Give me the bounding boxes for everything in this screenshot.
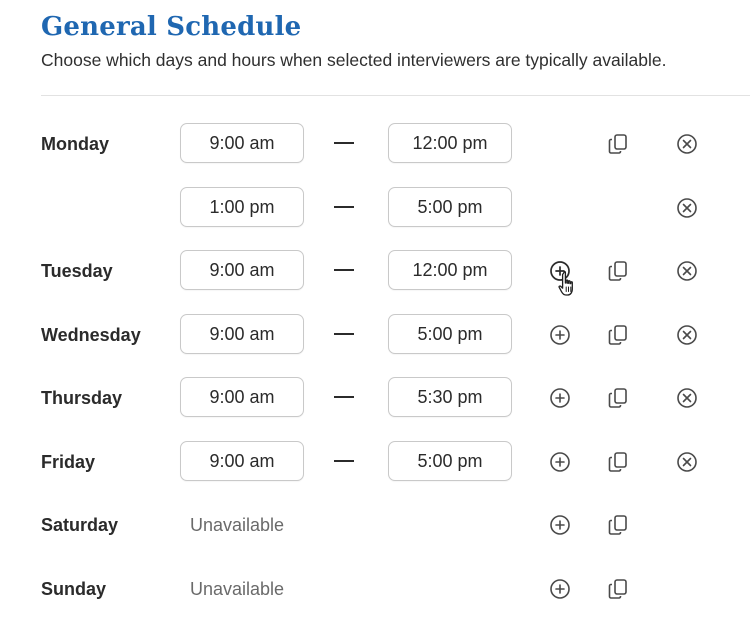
day-label-thursday: Thursday [41,388,123,408]
day-label-tuesday: Tuesday [41,261,113,281]
plus-circle-icon[interactable] [548,323,572,347]
range-dash [334,206,354,208]
copy-icon[interactable] [606,577,630,601]
start-time-field[interactable]: 1:00 pm [180,187,304,227]
unavailable-text: Unavailable [190,579,285,599]
day-row-tuesday: Tuesday 9:00 am 12:00 pm [0,248,750,294]
x-circle-icon[interactable] [675,196,699,220]
x-circle-icon[interactable] [675,259,699,283]
day-label-friday: Friday [41,452,96,472]
end-time-field[interactable]: 5:00 pm [388,441,512,481]
end-time-field[interactable]: 12:00 pm [388,123,512,163]
plus-circle-icon[interactable] [548,513,572,537]
copy-icon[interactable] [606,513,630,537]
start-time-field[interactable]: 9:00 am [180,314,304,354]
copy-icon[interactable] [606,323,630,347]
plus-circle-icon[interactable] [548,450,572,474]
day-row-friday: Friday 9:00 am 5:00 pm [0,439,750,485]
range-dash [334,142,354,144]
x-circle-icon[interactable] [675,450,699,474]
copy-icon[interactable] [606,132,630,156]
x-circle-icon[interactable] [675,132,699,156]
header-divider [41,95,750,96]
page-subtitle: Choose which days and hours when selecte… [41,50,667,70]
end-time-field[interactable]: 5:00 pm [388,187,512,227]
end-time-field[interactable]: 12:00 pm [388,250,512,290]
end-time-field[interactable]: 5:30 pm [388,377,512,417]
x-circle-icon[interactable] [675,323,699,347]
page-title: General Schedule [41,12,302,42]
range-dash [334,333,354,335]
day-row-thursday: Thursday 9:00 am 5:30 pm [0,375,750,421]
hand-pointer-icon [556,270,580,302]
day-row-sunday: Sunday Unavailable [0,566,750,612]
day-label-monday: Monday [41,134,110,154]
day-row-monday-slot-2: 1:00 pm 5:00 pm [0,185,750,231]
end-time-field[interactable]: 5:00 pm [388,314,512,354]
start-time-field[interactable]: 9:00 am [180,123,304,163]
plus-circle-icon[interactable] [548,386,572,410]
day-row-monday: Monday 9:00 am 12:00 pm [0,121,750,167]
range-dash [334,396,354,398]
range-dash [334,269,354,271]
day-label-sunday: Sunday [41,579,107,599]
copy-icon[interactable] [606,386,630,410]
start-time-field[interactable]: 9:00 am [180,377,304,417]
plus-circle-icon[interactable] [548,577,572,601]
range-dash [334,460,354,462]
x-circle-icon[interactable] [675,386,699,410]
start-time-field[interactable]: 9:00 am [180,250,304,290]
day-row-saturday: Saturday Unavailable [0,502,750,548]
copy-icon[interactable] [606,259,630,283]
day-label-wednesday: Wednesday [41,325,141,345]
copy-icon[interactable] [606,450,630,474]
start-time-field[interactable]: 9:00 am [180,441,304,481]
day-label-saturday: Saturday [41,515,119,535]
unavailable-text: Unavailable [190,515,285,535]
day-row-wednesday: Wednesday 9:00 am 5:00 pm [0,312,750,358]
